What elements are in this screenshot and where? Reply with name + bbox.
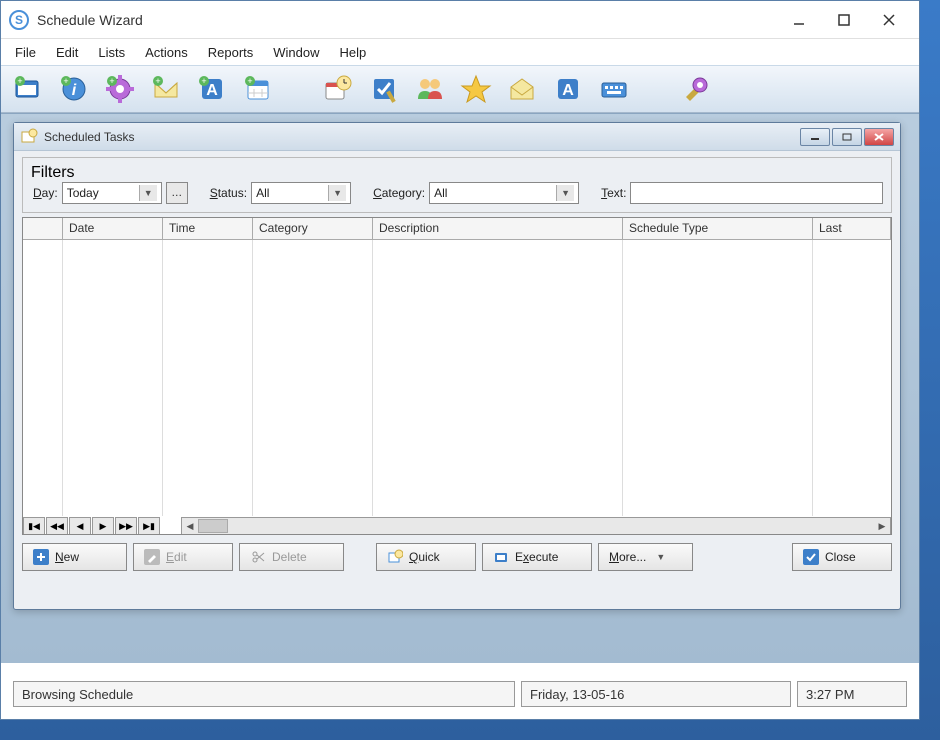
nav-prev-button[interactable]: ◀ <box>69 517 91 535</box>
tool-keyboard-icon[interactable] <box>593 69 635 109</box>
tool-new-task-icon[interactable]: + <box>7 69 49 109</box>
svg-text:A: A <box>206 82 218 99</box>
tool-favorite-star-icon[interactable] <box>455 69 497 109</box>
tool-users-icon[interactable] <box>409 69 451 109</box>
execute-icon <box>493 549 509 565</box>
delete-button[interactable]: Delete <box>239 543 344 571</box>
horizontal-scrollbar[interactable]: ◀ ▶ <box>181 517 891 535</box>
tool-calendar-icon[interactable]: + <box>237 69 279 109</box>
tool-font2-icon[interactable]: A <box>547 69 589 109</box>
menu-lists[interactable]: Lists <box>88 41 135 64</box>
col-date[interactable]: Date <box>63 218 163 239</box>
scheduled-tasks-window: Scheduled Tasks Filters Day: Today▼ … St… <box>13 122 901 610</box>
scroll-right-icon[interactable]: ▶ <box>874 518 890 534</box>
col-last[interactable]: Last <box>813 218 891 239</box>
app-title: Schedule Wizard <box>37 12 776 28</box>
inner-title: Scheduled Tasks <box>44 130 800 144</box>
mdi-area: Scheduled Tasks Filters Day: Today▼ … St… <box>1 113 919 663</box>
scroll-thumb[interactable] <box>198 519 228 533</box>
svg-text:+: + <box>17 76 22 86</box>
svg-text:+: + <box>155 76 160 86</box>
inner-minimize-button[interactable] <box>800 128 830 146</box>
status-label: Status: <box>210 186 247 200</box>
minimize-button[interactable] <box>776 5 821 35</box>
close-panel-button[interactable]: Close <box>792 543 892 571</box>
text-filter-input[interactable] <box>630 182 883 204</box>
delete-scissors-icon <box>250 549 266 565</box>
svg-text:+: + <box>63 76 68 86</box>
inner-window-icon <box>20 128 38 146</box>
tool-mail-icon[interactable]: + <box>145 69 187 109</box>
grid-body <box>23 240 891 516</box>
nav-next-button[interactable]: ▶ <box>92 517 114 535</box>
menu-edit[interactable]: Edit <box>46 41 88 64</box>
filters-group: Filters Day: Today▼ … Status: All▼ Categ… <box>22 157 892 213</box>
app-icon: S <box>9 10 29 30</box>
grid-navigator: ▮◀ ◀◀ ◀ ▶ ▶▶ ▶▮ ◀ ▶ <box>23 516 891 535</box>
col-time[interactable]: Time <box>163 218 253 239</box>
toolbar: + i+ + + A+ + <box>1 65 919 113</box>
tool-schedule-clock-icon[interactable] <box>317 69 359 109</box>
scroll-left-icon[interactable]: ◀ <box>182 518 198 534</box>
status-time: 3:27 PM <box>797 681 907 707</box>
tool-checklist-icon[interactable] <box>363 69 405 109</box>
menu-window[interactable]: Window <box>263 41 329 64</box>
category-label: Category: <box>373 186 425 200</box>
close-button[interactable] <box>866 5 911 35</box>
svg-text:+: + <box>109 76 114 86</box>
grid-header: Date Time Category Description Schedule … <box>23 218 891 240</box>
day-browse-button[interactable]: … <box>166 182 188 204</box>
nav-next-page-button[interactable]: ▶▶ <box>115 517 137 535</box>
quick-button[interactable]: Quick <box>376 543 476 571</box>
nav-last-button[interactable]: ▶▮ <box>138 517 160 535</box>
tool-info-icon[interactable]: i+ <box>53 69 95 109</box>
nav-prev-page-button[interactable]: ◀◀ <box>46 517 68 535</box>
tool-settings-wrench-icon[interactable] <box>673 69 715 109</box>
menu-help[interactable]: Help <box>330 41 377 64</box>
text-label: Text: <box>601 186 626 200</box>
inner-maximize-button[interactable] <box>832 128 862 146</box>
statusbar: Browsing Schedule Friday, 13-05-16 3:27 … <box>13 681 907 707</box>
titlebar: S Schedule Wizard <box>1 1 919 39</box>
svg-text:+: + <box>201 76 206 86</box>
tool-open-mail-icon[interactable] <box>501 69 543 109</box>
status-combo[interactable]: All▼ <box>251 182 351 204</box>
tool-font-icon[interactable]: A+ <box>191 69 233 109</box>
svg-text:+: + <box>247 76 252 86</box>
window-controls <box>776 5 911 35</box>
menu-actions[interactable]: Actions <box>135 41 198 64</box>
quick-icon <box>387 549 403 565</box>
main-window: S Schedule Wizard File Edit Lists Action… <box>0 0 920 720</box>
menu-reports[interactable]: Reports <box>198 41 264 64</box>
edit-pencil-icon <box>144 549 160 565</box>
menu-file[interactable]: File <box>5 41 46 64</box>
day-label: Day: <box>33 186 58 200</box>
col-description[interactable]: Description <box>373 218 623 239</box>
svg-text:A: A <box>562 82 574 99</box>
plus-icon <box>33 549 49 565</box>
inner-titlebar: Scheduled Tasks <box>14 123 900 151</box>
category-combo[interactable]: All▼ <box>429 182 579 204</box>
filters-legend: Filters <box>31 164 75 181</box>
execute-button[interactable]: Execute <box>482 543 592 571</box>
col-category[interactable]: Category <box>253 218 373 239</box>
button-row: New Edit Delete Quick Execute <box>22 543 892 571</box>
day-combo[interactable]: Today▼ <box>62 182 162 204</box>
tool-gear-icon[interactable]: + <box>99 69 141 109</box>
svg-text:i: i <box>72 82 77 99</box>
more-button[interactable]: More...▼ <box>598 543 693 571</box>
menubar: File Edit Lists Actions Reports Window H… <box>1 39 919 65</box>
col-schedule-type[interactable]: Schedule Type <box>623 218 813 239</box>
check-icon <box>803 549 819 565</box>
edit-button[interactable]: Edit <box>133 543 233 571</box>
status-date: Friday, 13-05-16 <box>521 681 791 707</box>
new-button[interactable]: New <box>22 543 127 571</box>
status-message: Browsing Schedule <box>13 681 515 707</box>
col-blank[interactable] <box>23 218 63 239</box>
task-grid[interactable]: Date Time Category Description Schedule … <box>22 217 892 535</box>
nav-first-button[interactable]: ▮◀ <box>23 517 45 535</box>
inner-close-button[interactable] <box>864 128 894 146</box>
maximize-button[interactable] <box>821 5 866 35</box>
